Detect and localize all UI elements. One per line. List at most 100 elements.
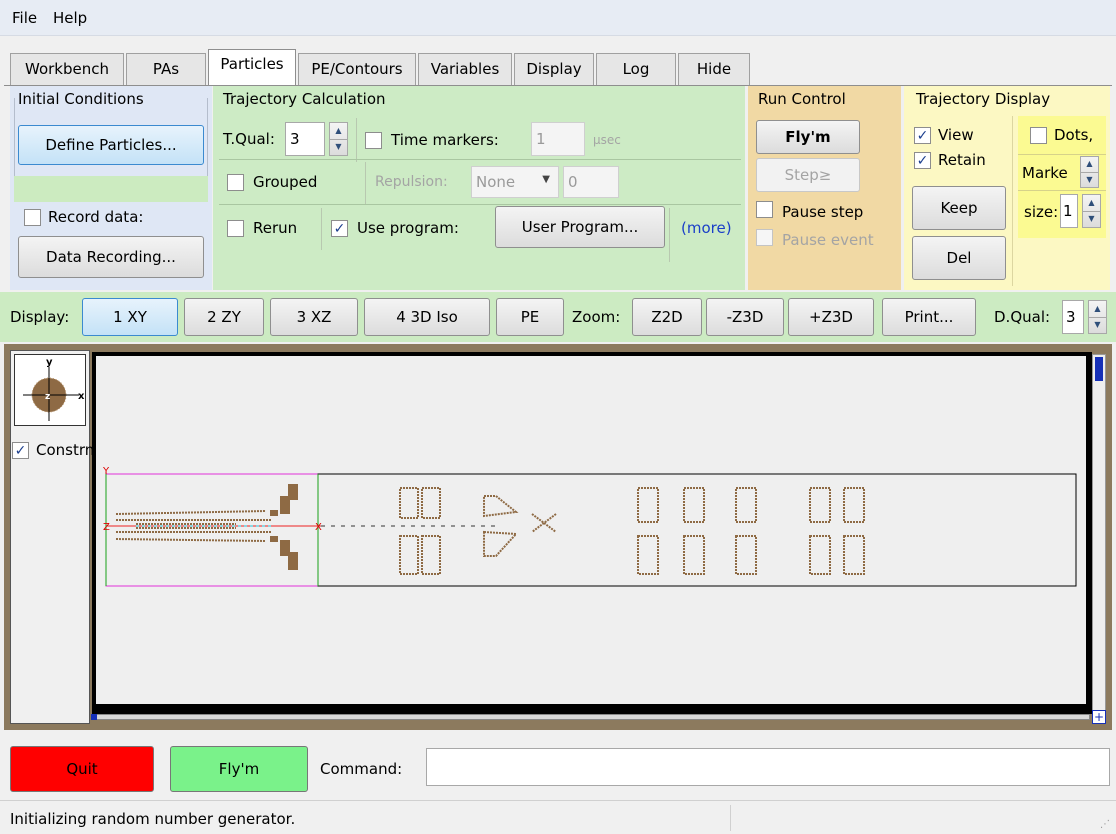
separator	[365, 162, 366, 204]
rerun-checkbox[interactable]	[227, 220, 244, 237]
divider	[1018, 154, 1106, 155]
tab-pas[interactable]: PAs	[126, 53, 206, 85]
retain-checkbox[interactable]: ✓	[914, 152, 931, 169]
separator	[669, 208, 670, 262]
menu-help[interactable]: Help	[53, 9, 87, 27]
tab-particles[interactable]: Particles	[208, 49, 296, 86]
status-bar: Initializing random number generator. ⋰	[0, 800, 1116, 834]
size-input[interactable]: 1	[1060, 194, 1078, 228]
flym-button[interactable]: Fly'm	[756, 120, 860, 154]
trajectory-calculation-title: Trajectory Calculation	[223, 90, 386, 108]
use-program-checkbox[interactable]: ✓	[331, 220, 348, 237]
horizontal-scroll-thumb[interactable]	[91, 714, 97, 720]
menu-bar: File Help	[0, 0, 1116, 36]
tab-variables[interactable]: Variables	[418, 53, 512, 85]
grouped-checkbox[interactable]	[227, 174, 244, 191]
define-particles-button[interactable]: Define Particles...	[18, 125, 204, 165]
view-pe-button[interactable]: PE	[496, 298, 564, 336]
view-4-3d-iso-button[interactable]: 4 3D Iso	[364, 298, 490, 336]
zoom-plus-z3d-button[interactable]: +Z3D	[788, 298, 874, 336]
orientation-compass-icon: y x z	[23, 357, 85, 421]
rerun-label: Rerun	[253, 219, 298, 237]
command-input[interactable]	[426, 748, 1110, 786]
axis-y-label: y	[46, 357, 53, 368]
separator	[1012, 116, 1013, 286]
tab-display[interactable]: Display	[514, 53, 594, 85]
time-markers-checkbox[interactable]	[365, 132, 382, 149]
grouped-label: Grouped	[253, 173, 318, 191]
dqual-spinner[interactable]: ▲ ▼	[1088, 300, 1107, 334]
zoom-label: Zoom:	[572, 308, 621, 326]
tab-hide[interactable]: Hide	[678, 53, 750, 85]
dqual-label: D.Qual:	[994, 308, 1051, 326]
axis-x-label: x	[78, 391, 85, 402]
flym-bottom-button[interactable]: Fly'm	[170, 746, 308, 792]
pause-step-checkbox[interactable]	[756, 201, 773, 218]
repulsion-label: Repulsion:	[375, 174, 448, 190]
status-text: Initializing random number generator.	[10, 810, 296, 828]
pause-event-label: Pause event	[782, 231, 874, 249]
user-program-button[interactable]: User Program...	[495, 206, 665, 248]
step-button[interactable]: Step≥	[756, 158, 860, 192]
data-recording-button[interactable]: Data Recording...	[18, 236, 204, 278]
view-1xy-button[interactable]: 1 XY	[82, 298, 178, 336]
del-button[interactable]: Del	[912, 236, 1006, 280]
pause-step-label: Pause step	[782, 203, 864, 221]
divider	[219, 204, 741, 205]
divider	[219, 159, 741, 160]
tab-log[interactable]: Log	[596, 53, 676, 85]
zoom-minus-z3d-button[interactable]: -Z3D	[706, 298, 784, 336]
run-control-title: Run Control	[758, 90, 846, 108]
tqual-label: T.Qual:	[223, 130, 275, 148]
repulsion-value: None	[476, 173, 516, 191]
initial-green-strip	[14, 176, 208, 202]
tqual-input[interactable]: 3	[285, 122, 325, 156]
view-canvas[interactable]: Y X Z	[96, 356, 1086, 704]
dots-label: Dots,	[1054, 126, 1094, 144]
zoom-corner-icon[interactable]: +	[1092, 710, 1106, 724]
record-data-checkbox[interactable]	[24, 209, 41, 226]
quit-button[interactable]: Quit	[10, 746, 154, 792]
print-button[interactable]: Print...	[882, 298, 976, 336]
keep-button[interactable]: Keep	[912, 186, 1006, 230]
orientation-widget[interactable]: y x z	[14, 354, 86, 426]
status-divider	[730, 805, 731, 831]
view-label: View	[938, 126, 974, 144]
dots-checkbox[interactable]	[1030, 127, 1047, 144]
tqual-spinner[interactable]: ▲ ▼	[329, 122, 348, 156]
pause-event-checkbox[interactable]	[756, 229, 773, 246]
trajectory-display-title: Trajectory Display	[916, 90, 1051, 108]
vertical-scrollbar[interactable]	[1092, 354, 1106, 714]
svg-text:Y: Y	[102, 466, 110, 477]
view-2zy-button[interactable]: 2 ZY	[184, 298, 264, 336]
command-label: Command:	[320, 760, 403, 778]
dqual-input[interactable]: 3	[1062, 300, 1084, 334]
chevron-down-icon: ▼	[542, 174, 550, 185]
repulsion-select[interactable]: None ▼	[471, 166, 559, 198]
tab-pe-contours[interactable]: PE/Contours	[298, 53, 416, 85]
size-spinner[interactable]: ▲ ▼	[1082, 194, 1101, 228]
horizontal-scrollbar[interactable]	[91, 714, 1090, 720]
menu-file[interactable]: File	[12, 9, 37, 27]
time-markers-input[interactable]: 1	[531, 122, 585, 156]
run-control-panel: Run Control Fly'm Step≥ Pause step Pause…	[748, 86, 901, 290]
initial-conditions-panel: Initial Conditions Define Particles... R…	[10, 86, 212, 290]
zoom-z2d-button[interactable]: Z2D	[632, 298, 702, 336]
time-unit-label: µsec	[593, 133, 621, 147]
record-data-label: Record data:	[48, 208, 144, 226]
size-label: size:	[1024, 203, 1059, 221]
svg-text:X: X	[315, 522, 322, 533]
tab-workbench[interactable]: Workbench	[10, 53, 124, 85]
marker-spinner[interactable]: ▲ ▼	[1080, 156, 1099, 188]
marker-label: Marke	[1022, 164, 1068, 182]
display-label: Display:	[10, 308, 70, 326]
use-program-label: Use program:	[357, 219, 459, 237]
view-3xz-button[interactable]: 3 XZ	[270, 298, 358, 336]
retain-label: Retain	[938, 151, 986, 169]
constrn-checkbox[interactable]: ✓	[12, 442, 29, 459]
repulsion-amount-input[interactable]: 0	[563, 166, 619, 198]
resize-grip-icon[interactable]: ⋰	[1100, 819, 1110, 830]
view-checkbox[interactable]: ✓	[914, 127, 931, 144]
vertical-scroll-thumb[interactable]	[1095, 357, 1103, 381]
more-link[interactable]: (more)	[681, 219, 732, 237]
